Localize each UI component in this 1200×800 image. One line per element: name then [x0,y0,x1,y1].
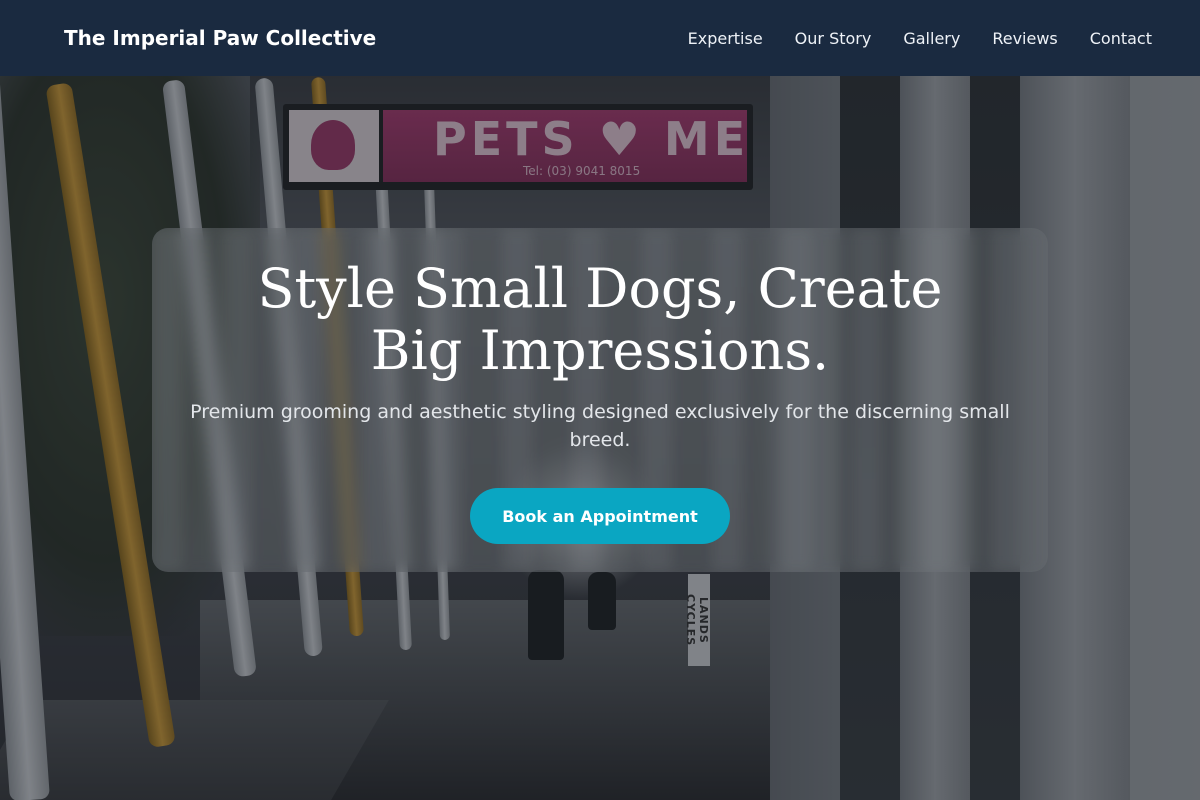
book-appointment-button[interactable]: Book an Appointment [470,488,730,544]
nav-link-contact[interactable]: Contact [1090,29,1152,48]
hero-title: Style Small Dogs, Create Big Impressions… [257,257,943,382]
nav-link-expertise[interactable]: Expertise [688,29,763,48]
main-nav: Expertise Our Story Gallery Reviews Cont… [688,29,1152,48]
site-header: The Imperial Paw Collective Expertise Ou… [0,0,1200,76]
hero-subtitle: Premium grooming and aesthetic styling d… [190,401,1010,451]
nav-link-gallery[interactable]: Gallery [903,29,960,48]
nav-link-our-story[interactable]: Our Story [795,29,872,48]
brand-logo-link[interactable]: The Imperial Paw Collective [64,26,376,50]
hero-card: Style Small Dogs, Create Big Impressions… [152,228,1048,572]
nav-link-reviews[interactable]: Reviews [992,29,1057,48]
